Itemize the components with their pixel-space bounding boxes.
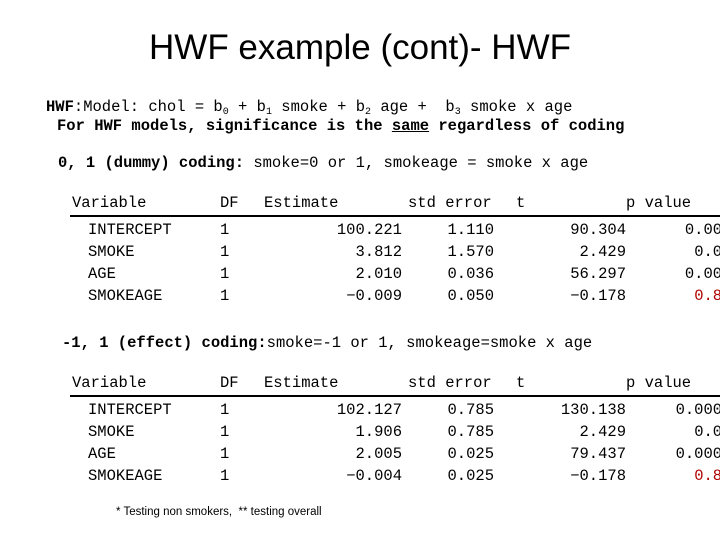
header-std-error: std error: [402, 372, 516, 397]
cell-t: −0.178: [570, 287, 626, 305]
significance-note-line: For HWF models, significance is the same…: [57, 117, 624, 136]
cell-t: −0.178: [570, 467, 626, 485]
cell-std-error: 0.785: [447, 423, 494, 441]
table-row: SMOKE 1 3.812 1.570 2.429 0.0224: [70, 241, 720, 263]
dummy-coding-heading: 0, 1 (dummy) coding: smoke=0 or 1, smoke…: [58, 154, 588, 173]
dummy-coding-label: 0, 1 (dummy) coding:: [58, 154, 245, 172]
cell-estimate: 1.906: [355, 423, 402, 441]
header-variable: Variable: [70, 372, 220, 397]
cell-std-error: 1.570: [447, 243, 494, 261]
table-header-row: Variable DF Estimate std error t p value: [70, 372, 720, 397]
cell-t: 56.297: [570, 265, 626, 283]
note-text-before: For HWF models, significance is the: [57, 117, 392, 135]
footnote: * Testing non smokers, ** testing overal…: [116, 506, 322, 518]
effect-coding-heading: -1, 1 (effect) coding:smoke=-1 or 1, smo…: [62, 334, 592, 353]
effect-coding-results-table: Variable DF Estimate std error t p value…: [70, 372, 720, 487]
table-row: AGE 1 2.005 0.025 79.437 0.0001**: [70, 443, 720, 465]
cell-df: 1: [220, 401, 230, 419]
effect-coding-label: -1, 1 (effect) coding:: [62, 334, 267, 352]
effect-table-body: INTERCEPT 1 102.127 0.785 130.138 0.0001** SMO…: [70, 396, 720, 487]
effect-coding-description: smoke=-1 or 1, smokeage=smoke x age: [266, 334, 593, 352]
note-text-after: regardless of coding: [429, 117, 625, 135]
cell-t: 130.138: [560, 401, 626, 419]
cell-p-value: 0.8599: [694, 287, 720, 305]
cell-p-value: 0.8599: [694, 467, 720, 485]
cell-df: 1: [220, 467, 230, 485]
header-t: t: [516, 372, 626, 397]
cell-estimate: 2.005: [355, 445, 402, 463]
cell-p-value: 0.0001*: [684, 265, 720, 283]
cell-std-error: 0.025: [447, 445, 494, 463]
cell-estimate: 2.010: [355, 265, 402, 283]
page-title: HWF example (cont)- HWF: [149, 28, 571, 67]
model-segment-2: smoke + b: [271, 98, 365, 116]
cell-p-value: 0.0001**: [675, 445, 720, 463]
cell-std-error: 1.110: [447, 221, 494, 239]
dummy-coding-description: smoke=0 or 1, smokeage = smoke x age: [244, 154, 589, 172]
slide-canvas: HWF example (cont)- HWF HWF:Model: chol …: [0, 0, 720, 540]
cell-df: 1: [220, 243, 230, 261]
cell-t: 79.437: [570, 445, 626, 463]
cell-estimate: −0.004: [346, 467, 402, 485]
cell-estimate: 102.127: [336, 401, 402, 419]
table-row: AGE 1 2.010 0.036 56.297 0.0001*: [70, 263, 720, 285]
cell-estimate: −0.009: [346, 287, 402, 305]
cell-variable: SMOKE: [88, 243, 135, 261]
model-segment-3: age + b: [371, 98, 455, 116]
cell-df: 1: [220, 423, 230, 441]
cell-std-error: 0.025: [447, 467, 494, 485]
cell-variable: SMOKEAGE: [88, 467, 163, 485]
cell-estimate: 100.221: [336, 221, 402, 239]
table-row: SMOKE 1 1.906 0.785 2.429 0.0224: [70, 421, 720, 443]
cell-variable: AGE: [88, 265, 116, 283]
cell-p-value: 0.0001*: [684, 221, 720, 239]
cell-p-value: 0.0224: [694, 423, 720, 441]
cell-t: 2.429: [579, 243, 626, 261]
header-std-error: std error: [402, 192, 516, 217]
note-underlined-word: same: [391, 117, 430, 135]
cell-df: 1: [220, 265, 230, 283]
cell-p-value: 0.0224: [694, 243, 720, 261]
cell-std-error: 0.050: [447, 287, 494, 305]
header-estimate: Estimate: [264, 192, 402, 217]
table-row: SMOKEAGE 1 −0.009 0.050 −0.178 0.8599: [70, 285, 720, 307]
cell-variable: SMOKE: [88, 423, 135, 441]
cell-variable: SMOKEAGE: [88, 287, 163, 305]
cell-variable: AGE: [88, 445, 116, 463]
model-segment-4: smoke x age: [460, 98, 573, 116]
cell-std-error: 0.036: [447, 265, 494, 283]
table-header-row: Variable DF Estimate std error t p value: [70, 192, 720, 217]
cell-p-value: 0.0001**: [675, 401, 720, 419]
dummy-table-body: INTERCEPT 1 100.221 1.110 90.304 0.0001* SMOKE…: [70, 216, 720, 307]
table-row: SMOKEAGE 1 −0.004 0.025 −0.178 0.8599: [70, 465, 720, 487]
table-row: INTERCEPT 1 100.221 1.110 90.304 0.0001*: [70, 216, 720, 241]
cell-variable: INTERCEPT: [88, 401, 172, 419]
header-p-value: p value: [626, 192, 720, 217]
header-t: t: [516, 192, 626, 217]
dummy-coding-results-table: Variable DF Estimate std error t p value…: [70, 192, 720, 307]
header-df: DF: [220, 372, 264, 397]
model-bold-prefix: HWF: [46, 98, 74, 116]
cell-std-error: 0.785: [447, 401, 494, 419]
model-equation-line: HWF:Model: chol = b0 + b1 smoke + b2 age…: [46, 98, 573, 118]
cell-t: 2.429: [579, 423, 626, 441]
model-text-before: :Model: chol = b: [73, 98, 223, 116]
model-segment-1: + b: [228, 98, 266, 116]
table-row: INTERCEPT 1 102.127 0.785 130.138 0.0001**: [70, 396, 720, 421]
header-variable: Variable: [70, 192, 220, 217]
cell-df: 1: [220, 445, 230, 463]
header-df: DF: [220, 192, 264, 217]
header-p-value: p value: [626, 372, 720, 397]
cell-variable: INTERCEPT: [88, 221, 172, 239]
cell-df: 1: [220, 287, 230, 305]
cell-df: 1: [220, 221, 230, 239]
header-estimate: Estimate: [264, 372, 402, 397]
cell-estimate: 3.812: [355, 243, 402, 261]
cell-t: 90.304: [570, 221, 626, 239]
